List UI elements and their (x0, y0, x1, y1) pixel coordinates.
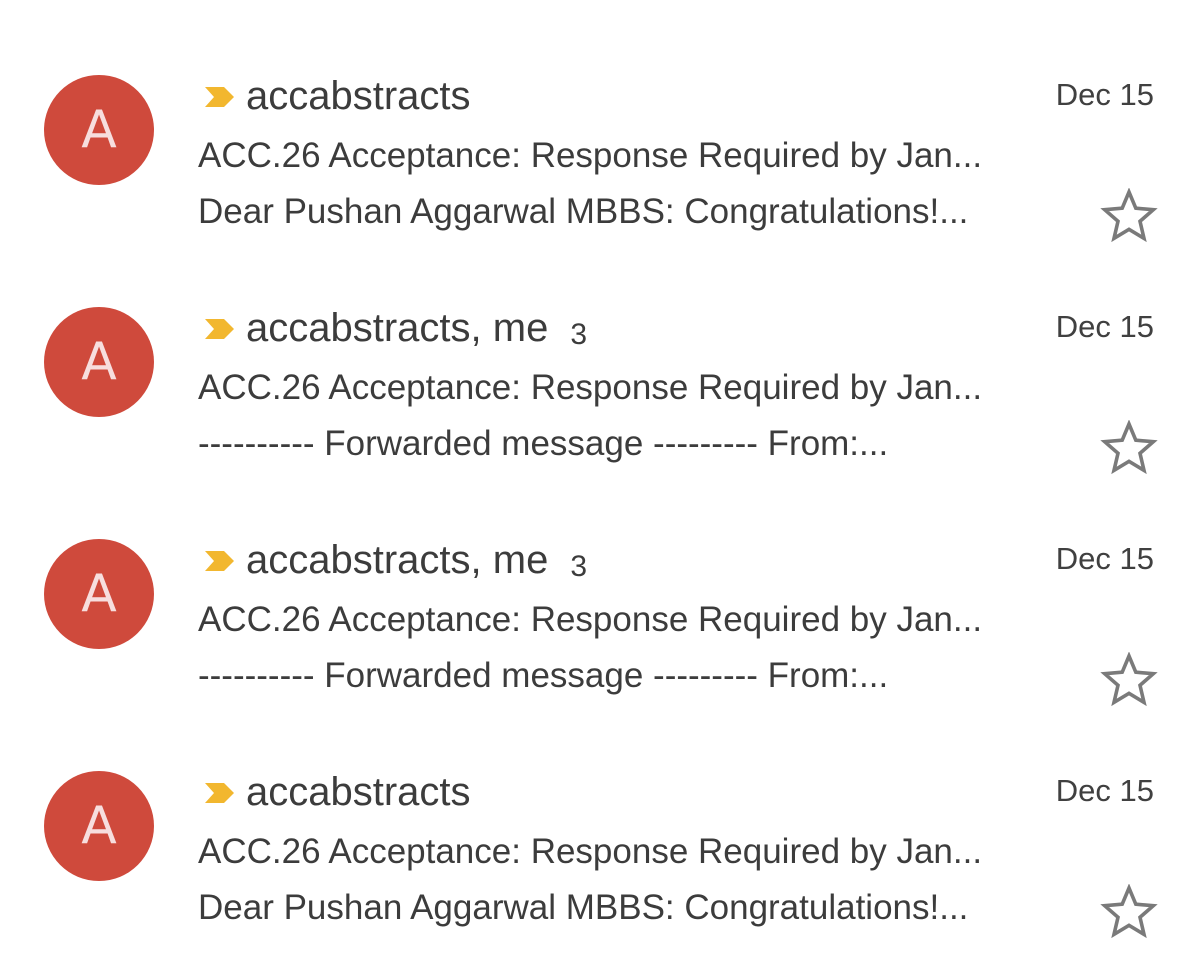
importance-marker-icon[interactable] (203, 550, 235, 572)
email-subject: ACC.26 Acceptance: Response Required by … (198, 600, 983, 639)
importance-marker-icon[interactable] (203, 318, 235, 340)
email-subject: ACC.26 Acceptance: Response Required by … (198, 136, 983, 175)
sender-label: accabstracts (246, 74, 471, 118)
sender-name: accabstracts (246, 72, 493, 124)
email-date: Dec 15 (1055, 773, 1154, 808)
email-row[interactable]: A accabstracts, me 3 Dec 15 ACC.26 Accept… (0, 484, 1200, 716)
sender-name: accabstracts, me 3 (246, 304, 587, 356)
email-subject: ACC.26 Acceptance: Response Required by … (198, 832, 983, 871)
email-snippet: Dear Pushan Aggarwal MBBS: Congratulatio… (198, 888, 969, 927)
avatar[interactable]: A (44, 771, 154, 881)
email-row[interactable]: A accabstracts Dec 15 ACC.26 Acceptance:… (0, 20, 1200, 252)
avatar[interactable]: A (44, 307, 154, 417)
sender-name: accabstracts (246, 768, 493, 820)
sender-label: accabstracts (246, 770, 471, 814)
importance-marker-icon[interactable] (203, 782, 235, 804)
avatar[interactable]: A (44, 75, 154, 185)
sender-name: accabstracts, me 3 (246, 536, 587, 588)
thread-count: 3 (570, 318, 588, 351)
thread-count: 3 (570, 550, 588, 583)
sender-label: accabstracts, me (246, 306, 549, 350)
inbox-list: A accabstracts Dec 15 ACC.26 Acceptance:… (0, 0, 1200, 964)
star-icon[interactable] (1100, 420, 1158, 476)
star-icon[interactable] (1100, 652, 1158, 708)
sender-label: accabstracts, me (246, 538, 549, 582)
email-date: Dec 15 (1055, 541, 1154, 576)
email-snippet: Dear Pushan Aggarwal MBBS: Congratulatio… (198, 192, 969, 231)
email-row[interactable]: A accabstracts, me 3 Dec 15 ACC.26 Accept… (0, 252, 1200, 484)
email-snippet: ---------- Forwarded message --------- F… (198, 656, 889, 695)
email-date: Dec 15 (1055, 77, 1154, 112)
email-snippet: ---------- Forwarded message --------- F… (198, 424, 889, 463)
email-row[interactable]: A accabstracts Dec 15 ACC.26 Acceptance:… (0, 716, 1200, 948)
email-subject: ACC.26 Acceptance: Response Required by … (198, 368, 983, 407)
avatar[interactable]: A (44, 539, 154, 649)
email-date: Dec 15 (1055, 309, 1154, 344)
star-icon[interactable] (1100, 188, 1158, 244)
star-icon[interactable] (1100, 884, 1158, 940)
importance-marker-icon[interactable] (203, 86, 235, 108)
